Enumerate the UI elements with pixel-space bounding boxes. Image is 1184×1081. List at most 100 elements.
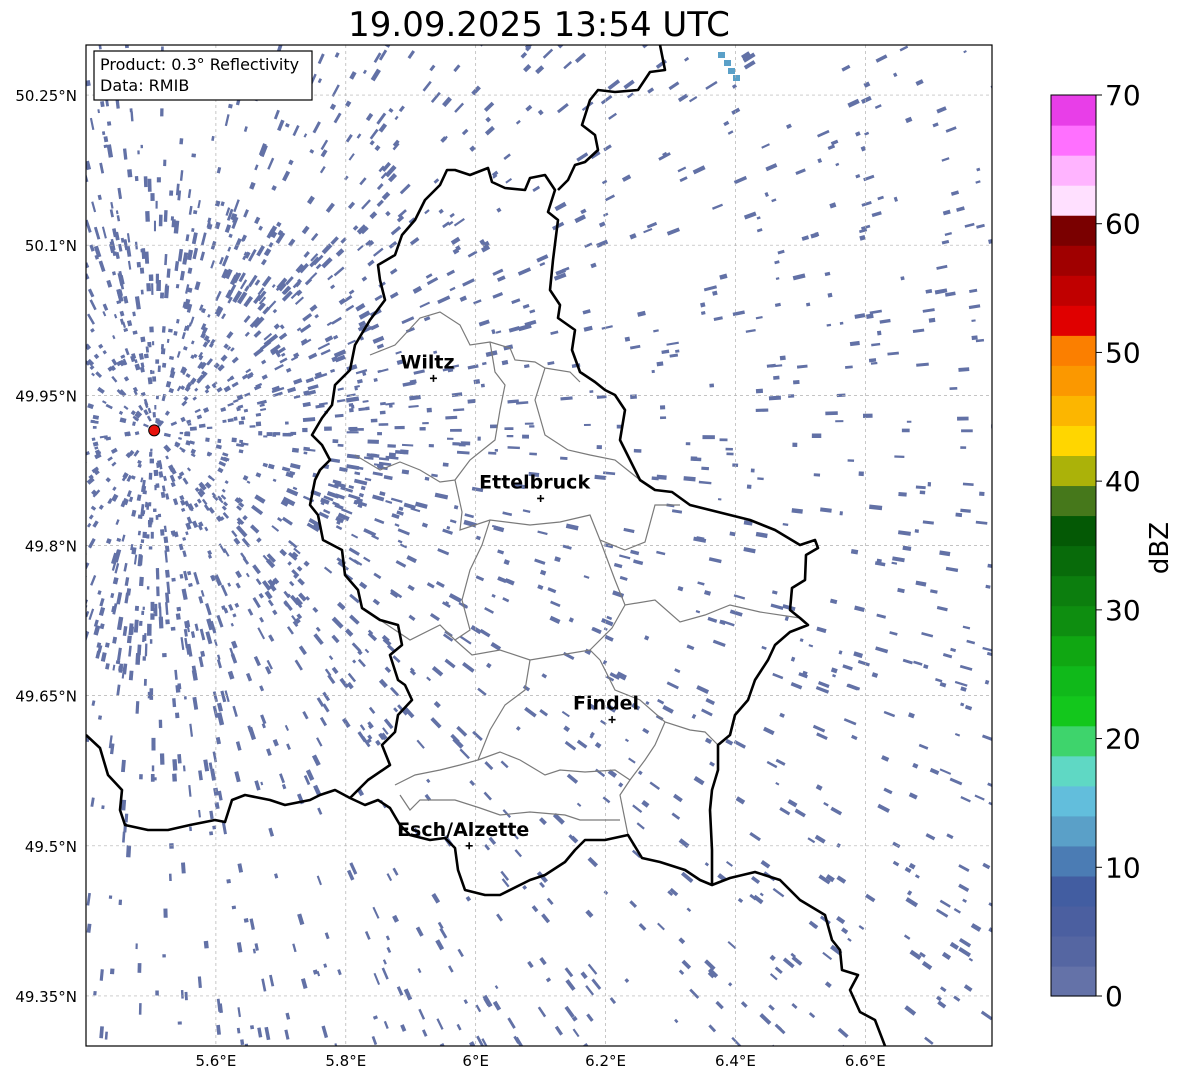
- colorbar-bin: [1051, 455, 1096, 487]
- colorbar-bin: [1051, 215, 1096, 246]
- echo-pixel: [428, 444, 434, 448]
- colorbar-bin: [1051, 935, 1096, 967]
- echo-pixel: [144, 501, 148, 508]
- echo-pixel: [813, 473, 821, 477]
- echo-pixel: [378, 423, 389, 426]
- colorbar-tick-label: 0: [1105, 980, 1123, 1013]
- echo-pixel: [90, 419, 95, 424]
- echo-pixel: [93, 990, 97, 996]
- echo-pixel: [332, 439, 339, 444]
- echo-pixel: [243, 918, 249, 923]
- echo-pixel: [158, 214, 163, 227]
- echo-pixel: [108, 895, 113, 899]
- lon-tick-label: 5.6°E: [195, 1052, 236, 1070]
- echo-pixel: [529, 452, 537, 456]
- echo-pixel: [138, 1003, 142, 1015]
- echo-pixel: [106, 121, 112, 126]
- echo-pixel: [442, 462, 449, 467]
- echo-pixel: [177, 1021, 182, 1025]
- latitude-axis: 50.25°N 50.1°N 49.95°N 49.8°N 49.65°N 49.5°N 4…: [15, 87, 77, 1006]
- echo-pixel: [153, 508, 157, 512]
- echo-pixel: [150, 193, 155, 201]
- lon-tick-label: 6°E: [462, 1052, 489, 1070]
- echo-pixel: [180, 989, 184, 999]
- city-label: Esch/Alzette: [397, 819, 529, 841]
- colorbar-tick-label: 30: [1105, 594, 1141, 627]
- echo-pixel: [140, 144, 144, 149]
- colorbar-tick-label: 40: [1105, 465, 1141, 498]
- echo-pixel: [147, 178, 152, 192]
- echo-pixel: [175, 684, 181, 693]
- colorbar-bin: [1051, 365, 1096, 396]
- echo-pixel: [522, 434, 530, 439]
- echo-pixel: [258, 431, 263, 436]
- echo-pixel: [139, 267, 145, 274]
- echo-pixel: [367, 439, 379, 444]
- echo-pixel: [728, 68, 735, 74]
- echo-pixel: [858, 471, 864, 477]
- echo-pixel: [206, 426, 213, 430]
- echo-pixel: [109, 968, 115, 975]
- colorbar-bin: [1051, 755, 1096, 787]
- colorbar-bin: [1051, 725, 1096, 757]
- echo-pixel: [957, 416, 969, 421]
- echo-pixel: [162, 954, 166, 958]
- colorbar-bin: [1051, 305, 1096, 336]
- echo-pixel: [91, 437, 96, 441]
- colorbar-bin: [1051, 845, 1096, 877]
- echo-pixel: [506, 434, 514, 438]
- echo-pixel: [847, 459, 855, 462]
- echo-pixel: [170, 216, 175, 221]
- echo-pixel: [839, 511, 843, 516]
- echo-pixel: [189, 426, 197, 431]
- echo-pixel: [101, 131, 106, 136]
- echo-pixel: [137, 963, 142, 973]
- echo-pixel: [135, 943, 138, 950]
- echo-pixel: [337, 443, 344, 447]
- echo-pixel: [126, 635, 132, 644]
- echo-pixel: [128, 670, 134, 681]
- echo-pixel: [165, 569, 170, 578]
- echo-pixel: [143, 353, 149, 359]
- echo-pixel: [160, 108, 164, 117]
- echo-pixel: [135, 653, 141, 665]
- echo-pixel: [422, 422, 429, 425]
- echo-pixel: [900, 276, 905, 281]
- echo-pixel: [504, 427, 514, 431]
- colorbar-bin: [1051, 95, 1096, 126]
- echo-pixel: [377, 432, 382, 436]
- echo-pixel: [150, 613, 155, 620]
- echo-pixel: [140, 336, 146, 343]
- map-area: Wiltz Ettelbruck Findel Esch/Alzette Produc…: [85, 44, 993, 1047]
- echo-pixel: [158, 719, 163, 729]
- echo-pixel: [162, 653, 167, 658]
- echo-pixel: [118, 665, 124, 672]
- echo-pixel: [163, 159, 167, 167]
- echo-pixel: [147, 691, 153, 699]
- echo-pixel: [839, 321, 844, 325]
- echo-pixel: [726, 452, 734, 456]
- echo-pixel: [388, 452, 396, 458]
- colorbar-bin: [1051, 395, 1096, 426]
- echo-pixel: [126, 845, 132, 858]
- echo-pixel: [149, 517, 154, 523]
- echo-pixel: [693, 457, 702, 462]
- echo-pixel: [768, 395, 782, 401]
- echo-pixel: [152, 376, 157, 382]
- echo-pixel: [303, 451, 308, 455]
- product-label: Product: 0.3° Reflectivity: [100, 55, 299, 74]
- echo-pixel: [147, 377, 153, 385]
- colorbar-bin: [1051, 815, 1096, 847]
- echo-pixel: [148, 472, 153, 480]
- echo-pixel: [324, 426, 332, 431]
- echo-pixel: [394, 425, 405, 430]
- echo-pixel: [811, 433, 822, 439]
- echo-pixel: [137, 150, 140, 155]
- echo-pixel: [169, 190, 174, 196]
- echo-pixel: [148, 524, 152, 528]
- longitude-axis: 5.6°E 5.8°E 6°E 6.2°E 6.4°E 6.6°E: [195, 1052, 885, 1070]
- echo-pixel: [971, 335, 978, 341]
- echo-pixel: [446, 437, 454, 440]
- echo-pixel: [156, 586, 160, 597]
- lon-tick-label: 6.2°E: [585, 1052, 626, 1070]
